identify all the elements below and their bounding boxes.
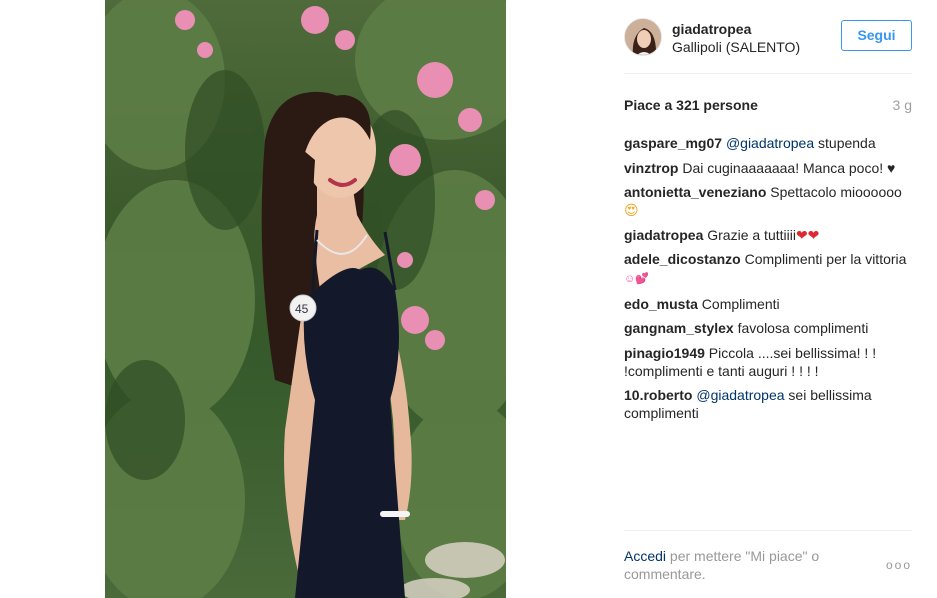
comment-username[interactable]: edo_musta: [624, 296, 698, 312]
post-photo[interactable]: 45: [105, 0, 506, 598]
comment-username[interactable]: vinztrop: [624, 160, 678, 176]
likes-count[interactable]: Piace a 321 persone: [624, 97, 758, 113]
avatar[interactable]: [624, 18, 662, 56]
comment-username[interactable]: antonietta_veneziano: [624, 184, 766, 200]
post-author-username[interactable]: giadatropea: [672, 21, 751, 37]
comment-text: Grazie a tuttiiii: [703, 226, 796, 243]
avatar-image: [625, 19, 661, 55]
photo-tag-number: 45: [295, 302, 309, 316]
login-link[interactable]: Accedi: [624, 548, 666, 564]
comment-text: stupenda: [814, 135, 876, 151]
comment-text: Spettacolo mioooooo: [766, 184, 902, 200]
login-prompt: Accedi per mettere "Mi piace" o commenta…: [624, 547, 854, 583]
heart-eyes-emoji-icon: 😍: [624, 202, 639, 218]
comment-mention[interactable]: @giadatropea: [696, 387, 784, 403]
comment-text: Complimenti: [697, 295, 780, 312]
comment-item: vinztrop Dai cuginaaaaaaa! Manca poco! ♥: [624, 159, 912, 177]
more-options-icon[interactable]: ooo: [886, 558, 912, 572]
comment-item: 10.roberto @giadatropea sei bellissima c…: [624, 386, 912, 422]
comment-username[interactable]: pinagio1949: [624, 345, 705, 361]
post-photo-illustration: 45: [105, 0, 506, 598]
divider: [624, 530, 912, 531]
comment-item: giadatropea Grazie a tuttiiii❤❤: [624, 226, 912, 244]
comment-item: gaspare_mg07 @giadatropea stupenda: [624, 134, 912, 152]
comment-item: pinagio1949 Piccola ....sei bellissima! …: [624, 344, 912, 380]
comment-item: adele_dicostanzo Complimenti per la vitt…: [624, 250, 912, 288]
comment-item: edo_musta Complimenti: [624, 295, 912, 313]
red-heart-icon: ❤❤: [795, 226, 820, 243]
comment-username[interactable]: 10.roberto: [624, 387, 692, 403]
comment-text: Complimenti per la vittoria: [740, 251, 907, 267]
comments-list: gaspare_mg07 @giadatropea stupenda vinzt…: [624, 134, 912, 429]
post-location[interactable]: Gallipoli (SALENTO): [672, 39, 800, 55]
comment-mention[interactable]: @giadatropea: [726, 135, 814, 151]
post-detail-panel: giadatropea Gallipoli (SALENTO) Segui Pi…: [624, 0, 912, 598]
comment-item: antonietta_veneziano Spettacolo mioooooo…: [624, 183, 912, 219]
comment-item: gangnam_stylex favolosa complimenti: [624, 319, 912, 337]
comment-username[interactable]: giadatropea: [624, 227, 703, 243]
comment-text: Dai cuginaaaaaaa! Manca poco!: [678, 159, 888, 176]
post-header: giadatropea Gallipoli (SALENTO) Segui: [624, 14, 912, 60]
comment-username[interactable]: gaspare_mg07: [624, 135, 722, 151]
comment-username[interactable]: gangnam_stylex: [624, 320, 734, 336]
divider: [624, 73, 912, 74]
post-timestamp[interactable]: 3 g: [893, 97, 912, 113]
follow-button[interactable]: Segui: [841, 20, 912, 51]
smile-hearts-icon: ☺💕: [624, 273, 649, 285]
comment-username[interactable]: adele_dicostanzo: [624, 251, 741, 267]
heart-icon: ♥: [887, 159, 896, 176]
comment-text: favolosa complimenti: [733, 320, 869, 336]
